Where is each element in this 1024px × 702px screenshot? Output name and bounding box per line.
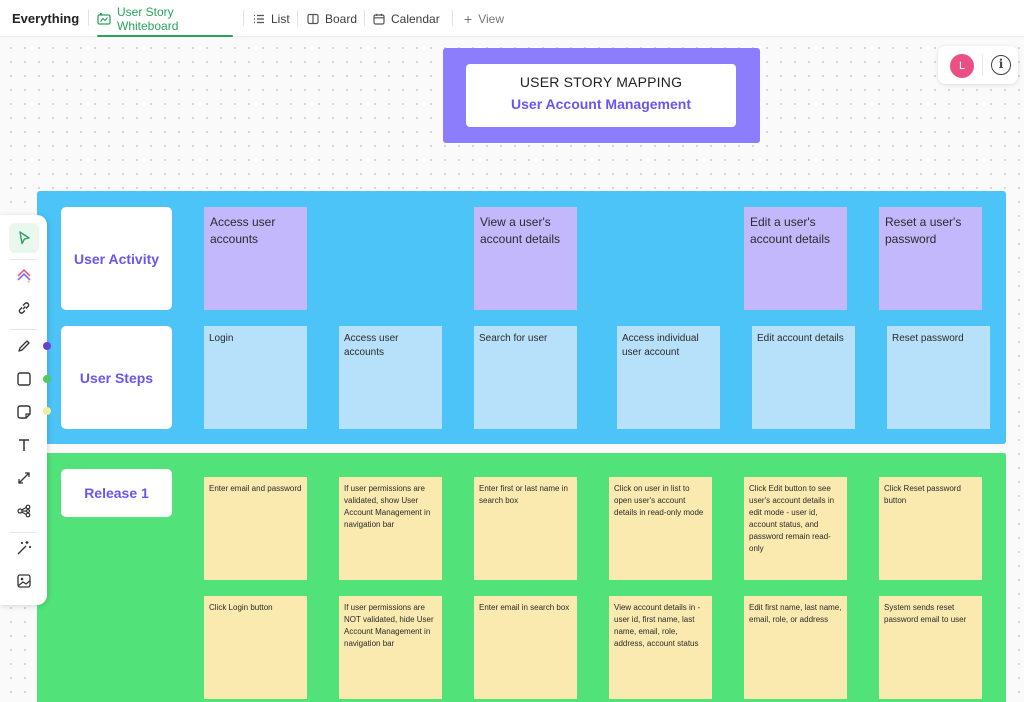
sticky-story[interactable]: Click on user in list to open user's acc…	[609, 477, 712, 580]
tab-board[interactable]: Board	[307, 0, 357, 37]
sticky-story[interactable]: Enter email and password	[204, 477, 307, 580]
row-label-user-steps[interactable]: User Steps	[61, 326, 172, 429]
divider	[10, 532, 37, 533]
divider	[982, 54, 983, 76]
sticky-story[interactable]: System sends reset password email to use…	[879, 596, 982, 699]
sticky-step[interactable]: Edit account details	[752, 326, 855, 429]
tab-label: Calendar	[391, 11, 440, 26]
add-view-button[interactable]: + View	[464, 0, 504, 37]
divider	[10, 259, 37, 260]
tab-label: List	[271, 11, 290, 26]
calendar-icon	[373, 13, 385, 25]
avatar[interactable]: L	[950, 54, 974, 78]
title-card-inner: USER STORY MAPPING User Account Manageme…	[466, 64, 736, 127]
pen-color-purple[interactable]	[43, 342, 51, 350]
image-icon[interactable]	[13, 570, 35, 592]
sticky-story[interactable]: If user permissions are NOT validated, h…	[339, 596, 442, 699]
list-icon	[253, 13, 265, 25]
sticky-activity[interactable]: View a user's account details	[474, 207, 577, 310]
title-card[interactable]: USER STORY MAPPING User Account Manageme…	[443, 48, 760, 143]
tab-user-story-whiteboard[interactable]: User Story Whiteboard	[97, 0, 233, 37]
sticky-story[interactable]: View account details in - user id, first…	[609, 596, 712, 699]
divider	[10, 329, 37, 330]
tab-label: View	[478, 11, 504, 26]
sticky-step[interactable]: Access individual user account	[617, 326, 720, 429]
board-icon	[307, 13, 319, 25]
row-label-user-activity[interactable]: User Activity	[61, 207, 172, 310]
rectangle-icon[interactable]	[13, 368, 35, 390]
breadcrumb[interactable]: Everything	[12, 11, 79, 26]
sticky-step[interactable]: Login	[204, 326, 307, 429]
sticky-story[interactable]: If user permissions are validated, show …	[339, 477, 442, 580]
tab-calendar[interactable]: Calendar	[373, 0, 440, 37]
cursor-icon[interactable]	[9, 223, 39, 253]
whiteboard-icon	[97, 12, 111, 26]
divider	[297, 10, 298, 26]
board-subtitle: User Account Management	[511, 96, 691, 112]
divider	[88, 10, 89, 26]
sticky-story[interactable]: Edit first name, last name, email, role,…	[744, 596, 847, 699]
sticky-story[interactable]: Enter first or last name in search box	[474, 477, 577, 580]
top-navigation: Everything User Story Whiteboard List Bo…	[0, 0, 1024, 37]
sticky-activity[interactable]: Reset a user's password	[879, 207, 982, 310]
text-icon[interactable]	[13, 434, 35, 456]
tab-label: User Story Whiteboard	[117, 4, 179, 33]
divider	[364, 10, 365, 26]
info-icon[interactable]: i	[991, 55, 1011, 75]
divider	[452, 10, 453, 26]
magic-icon[interactable]	[13, 537, 35, 559]
pen-color-yellow[interactable]	[43, 407, 51, 415]
collaborators-panel: L i	[938, 46, 1018, 84]
sticky-note-icon[interactable]	[13, 401, 35, 423]
sticky-step[interactable]: Reset password	[887, 326, 990, 429]
pen-icon[interactable]	[13, 335, 35, 357]
divider	[243, 10, 244, 26]
sticky-activity[interactable]: Access user accounts	[204, 207, 307, 310]
tab-list[interactable]: List	[253, 0, 290, 37]
plus-icon: +	[464, 10, 473, 27]
pen-color-green[interactable]	[43, 375, 51, 383]
sticky-story[interactable]: Enter email in search box	[474, 596, 577, 699]
sticky-step[interactable]: Access user accounts	[339, 326, 442, 429]
connector-icon[interactable]	[13, 467, 35, 489]
whiteboard-toolbar: +	[0, 215, 47, 605]
link-icon[interactable]	[13, 297, 35, 319]
row-label-release-1[interactable]: Release 1	[61, 469, 172, 517]
mindmap-icon[interactable]	[13, 500, 35, 522]
sticky-story[interactable]: Click Login button	[204, 596, 307, 699]
ai-shapes-icon[interactable]: +	[13, 265, 35, 287]
sticky-story[interactable]: Click Reset password button	[879, 477, 982, 580]
svg-text:+: +	[27, 280, 31, 284]
sticky-story[interactable]: Click Edit button to see user's account …	[744, 477, 847, 580]
board-title: USER STORY MAPPING	[519, 74, 683, 90]
sticky-step[interactable]: Search for user	[474, 326, 577, 429]
tab-label: Board	[325, 11, 358, 26]
sticky-activity[interactable]: Edit a user's account details	[744, 207, 847, 310]
